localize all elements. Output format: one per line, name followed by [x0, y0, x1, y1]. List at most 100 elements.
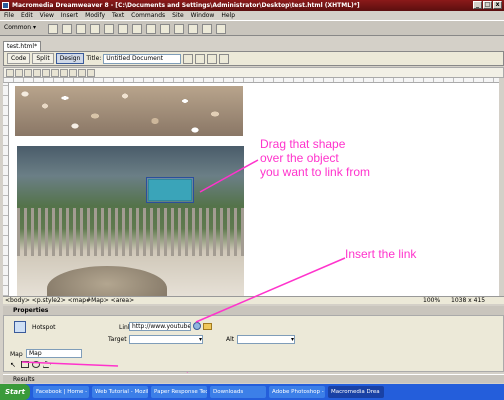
- hyperlink-icon[interactable]: [48, 24, 58, 34]
- refresh-icon[interactable]: [207, 53, 218, 64]
- rectangle-hotspot-tool-icon[interactable]: [21, 361, 29, 368]
- dreamweaver-app-icon: [2, 2, 9, 9]
- open-file-icon[interactable]: [15, 68, 23, 77]
- point-to-file-icon[interactable]: [193, 322, 201, 330]
- new-file-icon[interactable]: [6, 68, 14, 77]
- cut-icon[interactable]: [51, 68, 59, 77]
- menu-commands[interactable]: Commands: [131, 11, 165, 20]
- taskbar-item-dreamweaver[interactable]: Macromedia Drea: [328, 386, 384, 398]
- insert-category-label: Common: [4, 24, 32, 31]
- rock-graphic: [47, 266, 167, 296]
- minimize-button[interactable]: _: [473, 1, 482, 9]
- annotation-drag-line1: Drag that shape: [260, 137, 346, 151]
- annotation-insert-link: Insert the link: [345, 247, 417, 261]
- map-name-input[interactable]: Map: [26, 349, 82, 358]
- insert-category-dropdown[interactable]: Common ▾: [4, 23, 36, 33]
- menu-insert[interactable]: Insert: [61, 11, 78, 20]
- named-anchor-icon[interactable]: [76, 24, 86, 34]
- annotation-drag-line2: over the object: [260, 151, 339, 165]
- date-icon[interactable]: [146, 24, 156, 34]
- menu-file[interactable]: File: [4, 11, 14, 20]
- table-icon[interactable]: [90, 24, 100, 34]
- hotspot-icon: [14, 321, 26, 333]
- start-button[interactable]: Start: [0, 384, 30, 400]
- menu-view[interactable]: View: [40, 11, 54, 20]
- image-map-hotspot[interactable]: [146, 177, 194, 203]
- window-titlebar: Macromedia Dreamweaver 8 - [C:\Documents…: [0, 0, 504, 11]
- hotspot-type-label: Hotspot: [32, 324, 56, 331]
- menu-site[interactable]: Site: [172, 11, 184, 20]
- windows-taskbar: Start Facebook | Home - Mozill... Web Tu…: [0, 384, 504, 400]
- copy-icon[interactable]: [60, 68, 68, 77]
- close-button[interactable]: x: [493, 1, 502, 9]
- annotation-drag-instructions: Drag that shape over the object you want…: [260, 137, 370, 179]
- taskbar-item-downloads[interactable]: Downloads: [210, 386, 266, 398]
- taskbar-item-photoshop[interactable]: Adobe Photoshop - [Unti...: [269, 386, 325, 398]
- document-tab[interactable]: test.html*: [3, 41, 41, 51]
- document-title-input[interactable]: Untitled Document: [103, 53, 182, 64]
- taskbar-item-paper-response[interactable]: Paper Response Technol...: [151, 386, 207, 398]
- head-icon[interactable]: [188, 24, 198, 34]
- window-title: Macromedia Dreamweaver 8 - [C:\Documents…: [12, 2, 360, 9]
- insert-toolbar-icons: [48, 24, 226, 34]
- undo-icon[interactable]: [78, 68, 86, 77]
- window-controls: _ □ x: [473, 1, 502, 9]
- title-label: Title:: [86, 55, 102, 62]
- email-link-icon[interactable]: [62, 24, 72, 34]
- alt-select[interactable]: ▾: [237, 335, 295, 344]
- save-icon[interactable]: [24, 68, 32, 77]
- template-icon[interactable]: [202, 24, 212, 34]
- file-management-icon[interactable]: [183, 53, 194, 64]
- menu-text[interactable]: Text: [112, 11, 124, 20]
- fence-graphic: [17, 208, 244, 256]
- polygon-hotspot-tool-icon[interactable]: [43, 361, 51, 368]
- maximize-button[interactable]: □: [483, 1, 492, 9]
- properties-panel: Hotspot Link http://www.youtube.com Targ…: [3, 315, 504, 372]
- window-size: 1038 x 415: [451, 297, 486, 304]
- menu-help[interactable]: Help: [221, 11, 235, 20]
- standard-toolbar: [3, 67, 504, 78]
- redo-icon[interactable]: [87, 68, 95, 77]
- map-label: Map: [10, 351, 23, 358]
- circle-hotspot-tool-icon[interactable]: [32, 361, 40, 368]
- tag-selector[interactable]: <body> <p.style2> <map#Map> <area>: [5, 297, 134, 304]
- layer-icon[interactable]: [104, 24, 114, 34]
- properties-header[interactable]: Properties: [3, 306, 504, 315]
- alt-label: Alt: [226, 336, 235, 343]
- media-icon[interactable]: [132, 24, 142, 34]
- design-view-button[interactable]: Design: [55, 53, 85, 64]
- preview-browser-icon[interactable]: [195, 53, 206, 64]
- target-label: Target: [108, 336, 127, 343]
- chevron-down-icon: ▾: [290, 336, 294, 343]
- pointer-hotspot-tool-icon[interactable]: ↖: [10, 361, 18, 369]
- beach-fence-image[interactable]: [17, 146, 244, 296]
- target-select[interactable]: ▾: [129, 335, 203, 344]
- menu-bar: File Edit View Insert Modify Text Comman…: [0, 11, 504, 20]
- image-icon[interactable]: [118, 24, 128, 34]
- taskbar-item-web-tutorial[interactable]: Web Tutorial - Mozilla Fir...: [92, 386, 148, 398]
- results-panel-header[interactable]: Results: [3, 374, 504, 383]
- tag-selector-bar: <body> <p.style2> <map#Map> <area> 100% …: [3, 296, 504, 304]
- view-options-icon[interactable]: [219, 53, 230, 64]
- print-icon[interactable]: [42, 68, 50, 77]
- taskbar-item-facebook[interactable]: Facebook | Home - Mozill...: [33, 386, 89, 398]
- horizontal-ruler: [3, 78, 499, 83]
- save-all-icon[interactable]: [33, 68, 41, 77]
- paste-icon[interactable]: [69, 68, 77, 77]
- seashells-image[interactable]: [15, 86, 243, 136]
- annotation-drag-line3: you want to link from: [260, 165, 371, 179]
- browse-folder-icon[interactable]: [203, 323, 212, 330]
- link-input[interactable]: http://www.youtube.com: [129, 322, 191, 331]
- comment-icon[interactable]: [174, 24, 184, 34]
- document-toolbar: Code Split Design Title: Untitled Docume…: [3, 51, 504, 66]
- split-view-button[interactable]: Split: [32, 53, 54, 64]
- server-include-icon[interactable]: [160, 24, 170, 34]
- menu-modify[interactable]: Modify: [85, 11, 105, 20]
- menu-window[interactable]: Window: [191, 11, 215, 20]
- vertical-ruler: [3, 83, 9, 296]
- code-view-button[interactable]: Code: [7, 53, 31, 64]
- menu-edit[interactable]: Edit: [21, 11, 33, 20]
- chevron-down-icon: ▾: [198, 336, 202, 343]
- zoom-level[interactable]: 100%: [423, 297, 440, 304]
- tag-chooser-icon[interactable]: [216, 24, 226, 34]
